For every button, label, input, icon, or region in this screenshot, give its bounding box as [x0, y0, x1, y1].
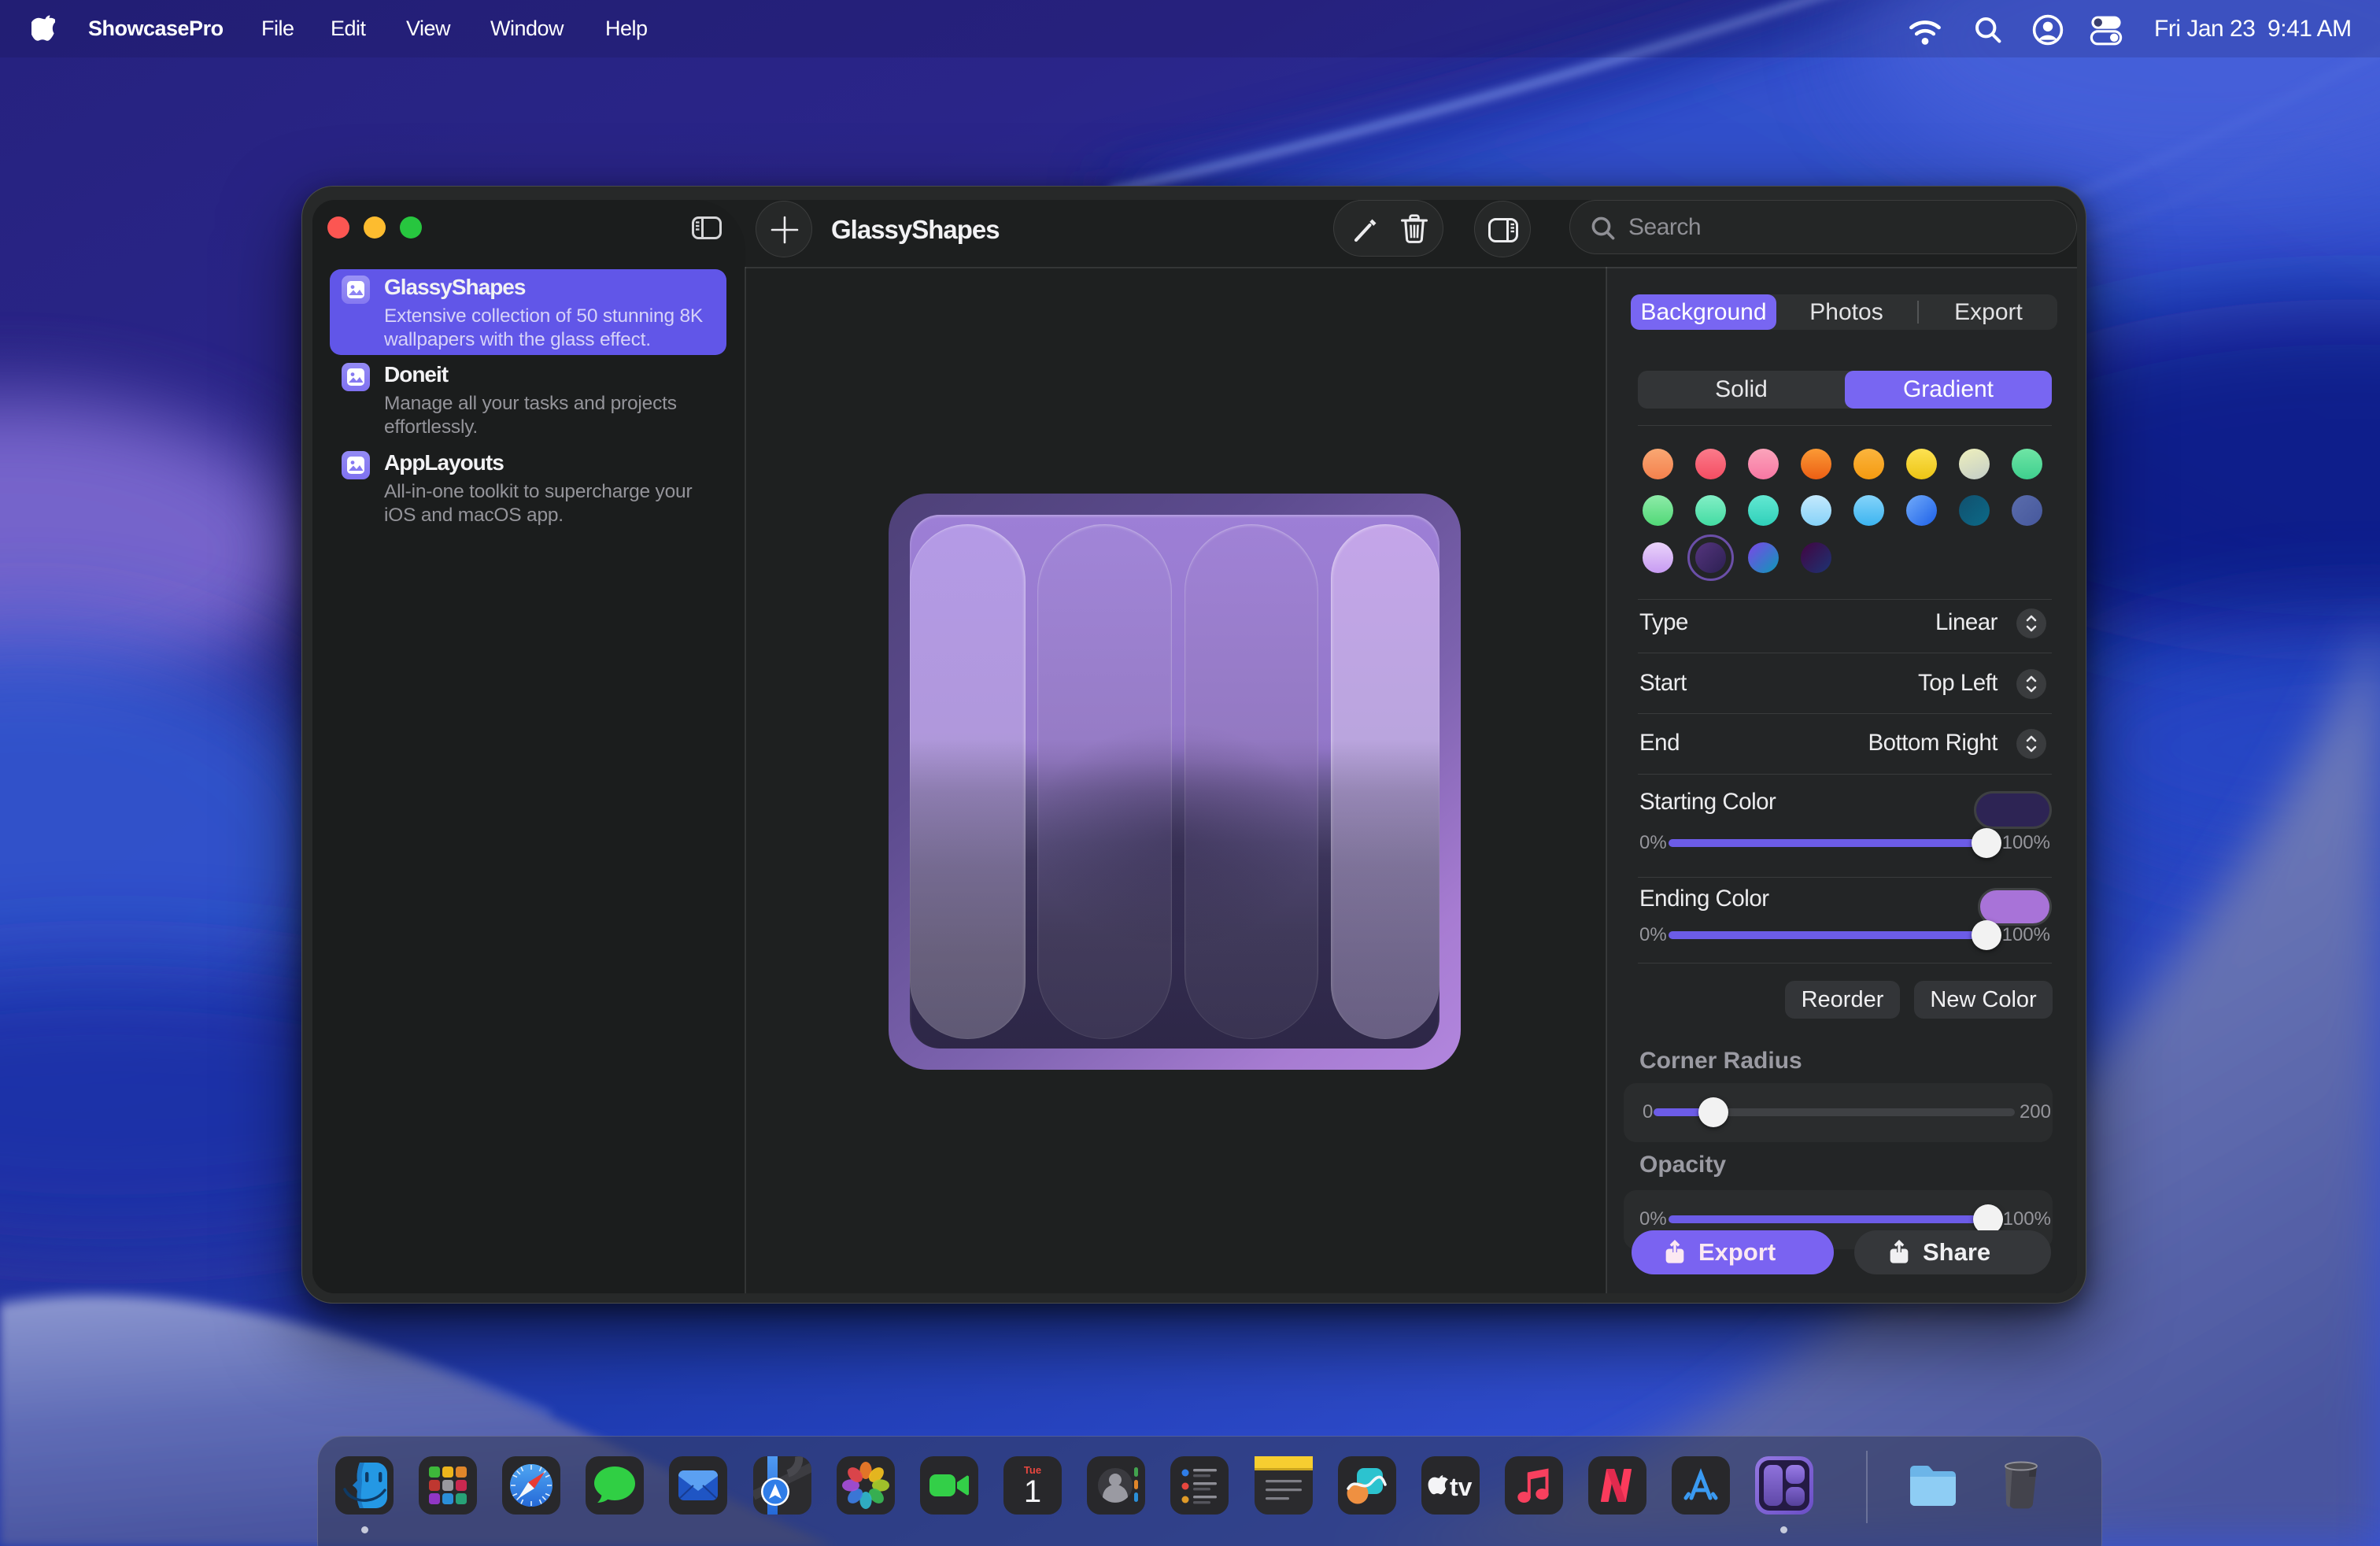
svg-text:tv: tv — [1450, 1473, 1473, 1501]
svg-text:1: 1 — [1024, 1474, 1041, 1509]
